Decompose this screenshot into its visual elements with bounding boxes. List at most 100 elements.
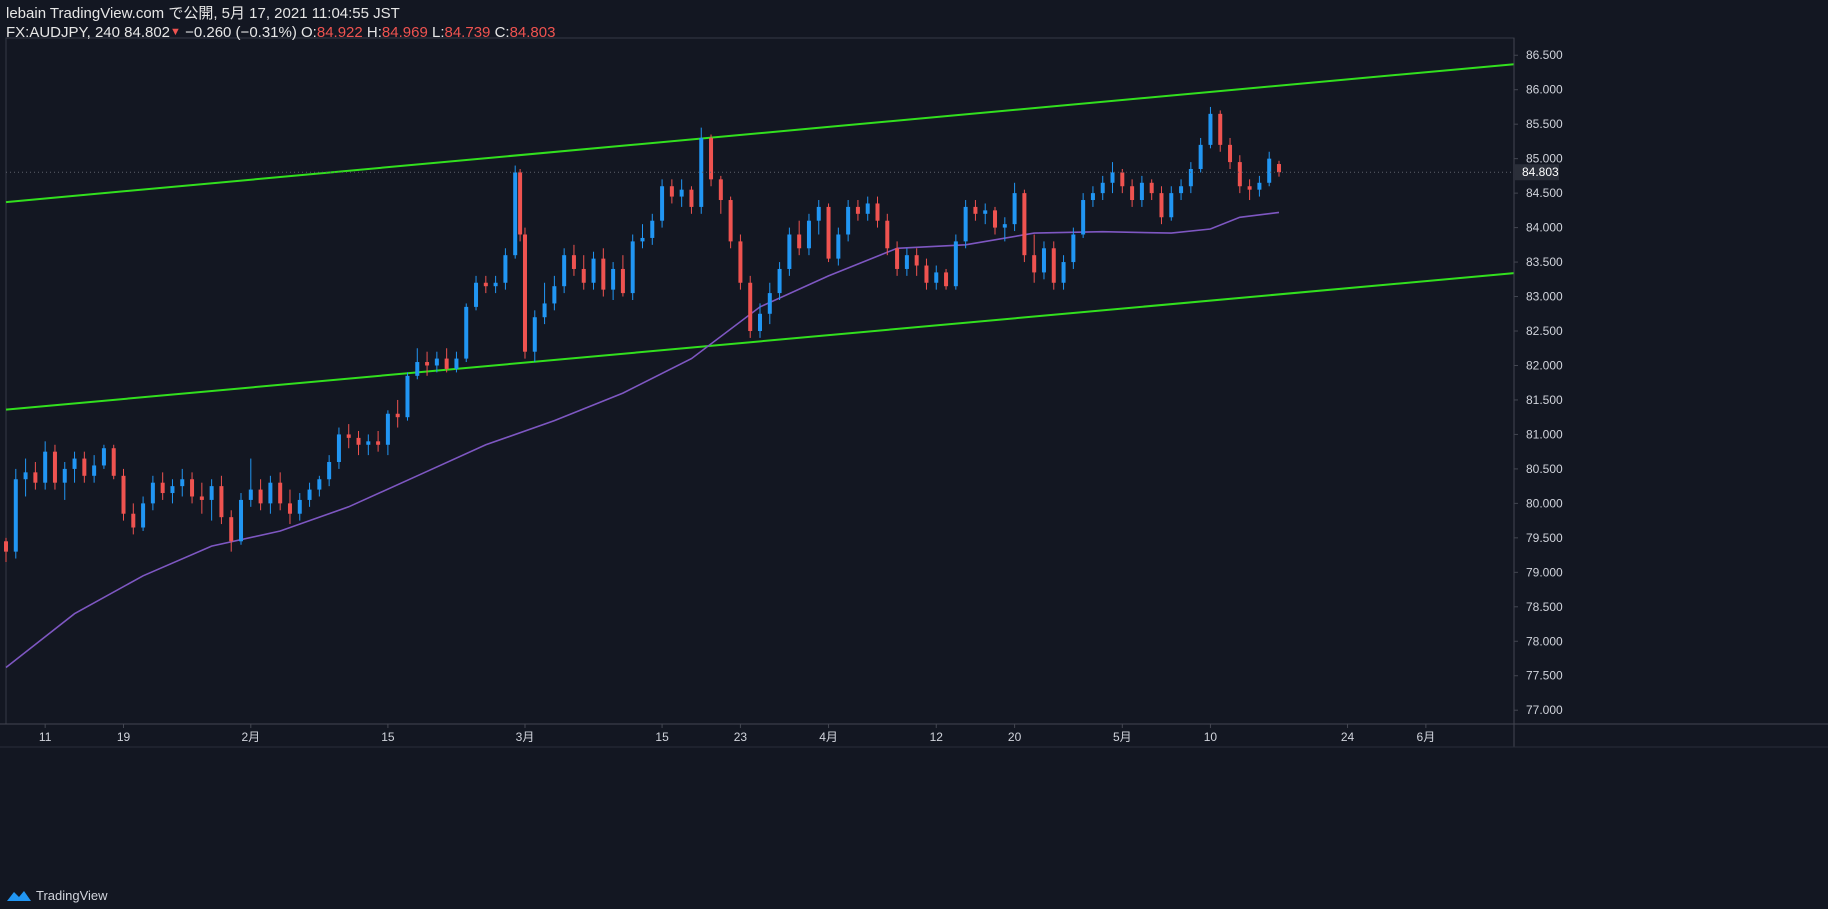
low-label: L: (431, 24, 445, 41)
candle-body (1032, 255, 1037, 273)
candle (474, 275, 479, 311)
candle-body (101, 448, 106, 466)
plot-frame (5, 37, 1515, 725)
tradingview-footer[interactable]: TradingView (6, 888, 108, 903)
candle-body (239, 499, 244, 542)
candle (826, 203, 831, 263)
candle-body (787, 234, 792, 269)
candle (1218, 110, 1223, 152)
candles-layer (4, 106, 1281, 562)
candle (748, 275, 753, 338)
channel-lines[interactable] (5, 63, 1515, 411)
y-tick-label: 79.500 (1526, 531, 1563, 545)
candle-body (601, 258, 606, 290)
candle-body (483, 282, 488, 287)
candle-body (1139, 182, 1144, 201)
candle-body (121, 475, 126, 514)
candle-body (973, 206, 978, 214)
candle-body (4, 541, 8, 552)
candle (111, 444, 116, 480)
candle (62, 462, 67, 500)
candle (885, 213, 890, 256)
candle-body (1051, 248, 1056, 283)
candle-body (1090, 193, 1095, 201)
candle-body (748, 282, 753, 332)
candle (532, 310, 537, 363)
chart-grid (5, 37, 1515, 725)
candle-body (1120, 172, 1125, 187)
candle-body (327, 462, 332, 480)
low-value: 84.739 (444, 24, 491, 41)
candle-body (1041, 248, 1046, 273)
candle-body (62, 468, 67, 483)
candle-body (268, 482, 273, 504)
candle (518, 168, 523, 242)
candle (464, 303, 469, 363)
candle (1100, 175, 1105, 201)
candle-body (248, 489, 253, 500)
candle (1159, 186, 1164, 225)
y-tick-label: 85.000 (1526, 152, 1563, 166)
candle-body (405, 375, 410, 418)
y-tick-label: 77.500 (1526, 669, 1563, 683)
candle (483, 275, 488, 294)
x-tick-label: 15 (381, 730, 395, 744)
candle-body (895, 248, 900, 269)
candle (493, 275, 498, 294)
candle-body (150, 482, 155, 504)
open-label: O: (301, 24, 317, 41)
candle (1061, 255, 1066, 290)
candle-body (415, 362, 420, 376)
moving-average-layer (5, 211, 1280, 669)
last-price: 84.802 (124, 24, 171, 41)
last-price-label: 84.803 (1522, 165, 1559, 179)
candle (141, 496, 146, 531)
y-tick-label: 83.500 (1526, 255, 1563, 269)
candle (366, 434, 371, 456)
candle-body (571, 255, 576, 269)
candle-body (944, 272, 949, 287)
candle-body (542, 303, 547, 318)
candle-body (660, 186, 665, 221)
open-value: 84.922 (316, 24, 363, 41)
candle (444, 348, 449, 373)
candle-body (758, 313, 762, 332)
candle (1276, 160, 1281, 177)
candle (973, 200, 978, 221)
candle-body (993, 210, 998, 228)
channel-line-upper (5, 63, 1515, 204)
candle (199, 482, 204, 514)
candle (229, 510, 234, 552)
candle-body (513, 172, 518, 256)
candle (219, 475, 224, 525)
price-chart[interactable]: 77.000 77.500 78.000 78.500 79.000 79.500 80.0… (0, 0, 1828, 909)
candle (728, 196, 733, 249)
candle (904, 248, 909, 276)
candle-body (797, 234, 802, 249)
candle-body (1100, 182, 1105, 194)
candle-body (1276, 164, 1281, 173)
y-tick-label: 81.000 (1526, 427, 1563, 441)
candle-body (434, 358, 439, 366)
candle (963, 200, 968, 249)
candle-body (111, 448, 116, 476)
candle-body (141, 503, 146, 528)
y-tick-label: 84.000 (1526, 221, 1563, 235)
candle-body (728, 200, 733, 242)
x-tick-label: 12 (930, 730, 944, 744)
candle-body (983, 210, 988, 214)
candle-body (444, 358, 449, 369)
candle-body (474, 282, 479, 307)
y-tick-label: 85.500 (1526, 117, 1563, 131)
symbol-name[interactable]: FX:AUDJPY (6, 24, 87, 41)
y-tick-label: 82.500 (1526, 324, 1563, 338)
candle-body (522, 234, 527, 352)
candle-body (552, 286, 557, 304)
y-tick-label: 86.000 (1526, 83, 1563, 97)
candle (718, 175, 723, 214)
candle (660, 179, 665, 228)
candle (248, 458, 253, 507)
candle (121, 468, 126, 521)
candle-body (1081, 200, 1086, 235)
candle (983, 203, 988, 225)
